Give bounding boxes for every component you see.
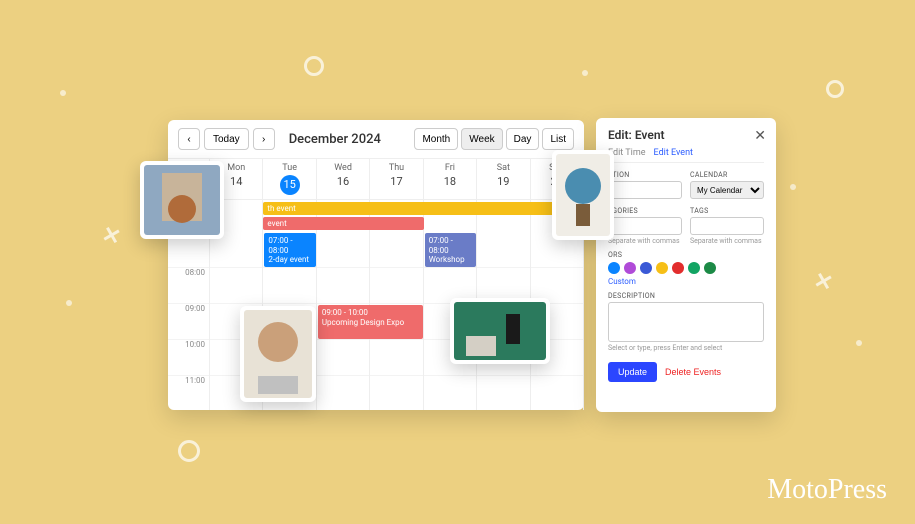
calendar-label: CALENDAR — [690, 171, 764, 179]
view-week[interactable]: Week — [461, 128, 502, 150]
custom-color-link[interactable]: Custom — [608, 277, 764, 286]
view-segment: Month Week Day List — [414, 128, 574, 150]
colors-label: ORS — [608, 251, 764, 259]
calendar-select[interactable]: My Calendar — [690, 181, 764, 199]
description-input[interactable] — [608, 302, 764, 342]
day-col-thu[interactable]: Thu17 — [370, 159, 423, 199]
tags-label: TAGS — [690, 207, 764, 215]
photo-card — [240, 306, 316, 402]
location-input[interactable] — [608, 181, 682, 199]
color-swatch[interactable] — [608, 262, 620, 274]
photo-card — [552, 150, 614, 240]
day-col-tue[interactable]: Tue15 — [263, 159, 316, 199]
event-block[interactable]: 07:00 - 08:002-day event — [264, 233, 315, 267]
view-list[interactable]: List — [542, 128, 574, 150]
deco-ring — [826, 80, 844, 98]
color-swatch[interactable] — [688, 262, 700, 274]
event-block[interactable]: 07:00 - 08:00Workshop — [425, 233, 476, 267]
deco-x: ✕ — [811, 268, 835, 297]
description-label: DESCRIPTION — [608, 292, 764, 300]
deco-dot — [66, 300, 72, 306]
update-button[interactable]: Update — [608, 362, 657, 382]
color-swatch[interactable] — [656, 262, 668, 274]
deco-dot — [582, 70, 588, 76]
deco-dot — [790, 184, 796, 190]
categories-hint: Separate with commas — [608, 237, 682, 245]
time-label: 10:00 — [168, 340, 209, 376]
deco-x: ✕ — [99, 222, 123, 251]
next-button[interactable]: › — [253, 128, 275, 150]
calendar-header: ‹ Today › December 2024 Month Week Day L… — [168, 120, 584, 159]
deco-ring — [178, 440, 200, 462]
allday-row: th event event — [168, 199, 584, 232]
allday-event[interactable]: event — [263, 217, 423, 230]
tab-edit-event[interactable]: Edit Event — [654, 148, 693, 158]
close-button[interactable]: ✕ — [754, 128, 766, 144]
deco-dot — [856, 340, 862, 346]
color-swatch[interactable] — [624, 262, 636, 274]
day-header-row: Mon14 Tue15 Wed16 Thu17 Fri18 Sat19 Sun2… — [168, 159, 584, 199]
tags-hint: Separate with commas — [690, 237, 764, 245]
today-button[interactable]: Today — [204, 128, 249, 150]
color-swatch[interactable] — [704, 262, 716, 274]
categories-label: EGORIES — [608, 207, 682, 215]
view-month[interactable]: Month — [414, 128, 458, 150]
day-col-sat[interactable]: Sat19 — [477, 159, 530, 199]
brand-logo: MotoPress — [767, 474, 887, 506]
edit-title: Edit: Event — [608, 128, 764, 142]
location-label: ATION — [608, 171, 682, 179]
description-hint: Select or type, press Enter and select — [608, 344, 764, 352]
deco-dot — [60, 90, 66, 96]
color-swatch[interactable] — [640, 262, 652, 274]
day-col-wed[interactable]: Wed16 — [317, 159, 370, 199]
time-label: 08:00 — [168, 268, 209, 304]
color-swatches — [608, 262, 764, 274]
time-label: 09:00 — [168, 304, 209, 340]
photo-card — [140, 161, 224, 239]
edit-event-panel: Edit: Event ✕ Edit Time Edit Event ATION… — [596, 118, 776, 412]
day-col-fri[interactable]: Fri18 — [424, 159, 477, 199]
calendar-panel: ‹ Today › December 2024 Month Week Day L… — [168, 120, 584, 410]
prev-button[interactable]: ‹ — [178, 128, 200, 150]
calendar-title: December 2024 — [289, 132, 411, 147]
delete-events-button[interactable]: Delete Events — [665, 362, 721, 382]
tags-input[interactable] — [690, 217, 764, 235]
photo-card — [450, 298, 550, 364]
event-block[interactable]: 09:00 - 10:00Upcoming Design Expo — [318, 305, 423, 339]
view-day[interactable]: Day — [506, 128, 540, 150]
time-label: 11:00 — [168, 376, 209, 410]
deco-ring — [304, 56, 324, 76]
color-swatch[interactable] — [672, 262, 684, 274]
categories-input[interactable] — [608, 217, 682, 235]
allday-event[interactable]: th event — [263, 202, 584, 215]
